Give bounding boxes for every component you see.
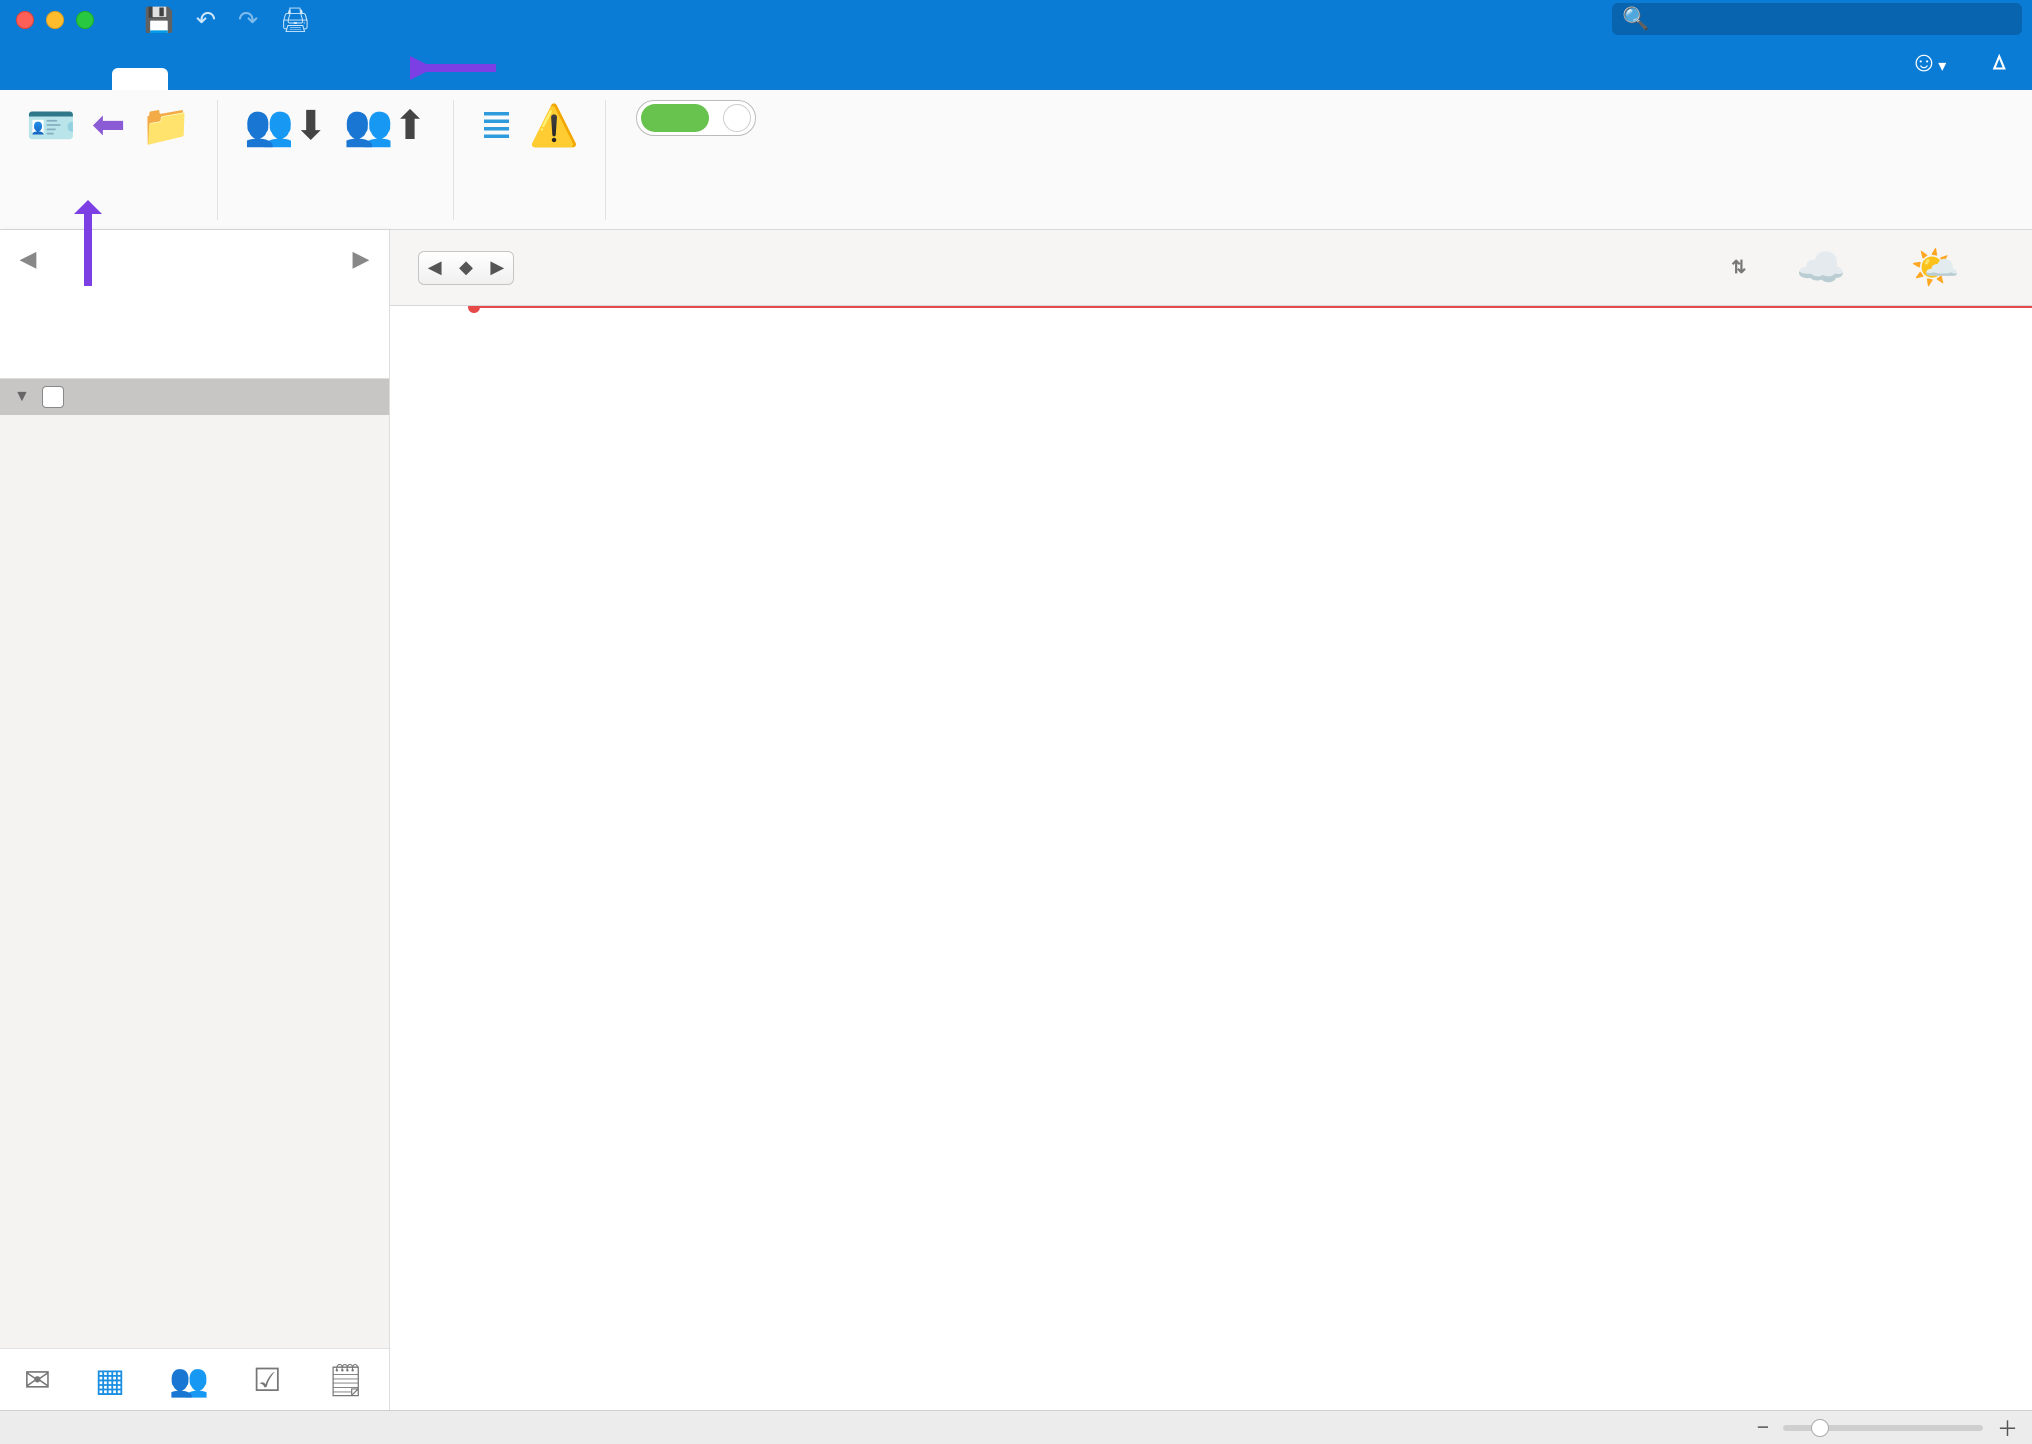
accounts-icon: 🪪 xyxy=(26,100,76,150)
emoji-button[interactable]: ☺▾ xyxy=(1910,46,1947,78)
search-input[interactable] xyxy=(1659,6,2012,32)
quick-access-toolbar: 💾 ↶ ↷ 🖨 xyxy=(144,6,311,35)
prev-month-button[interactable]: ◀ xyxy=(16,246,40,272)
import-icon: 👥⬇ xyxy=(244,100,327,150)
notes-icon[interactable]: 🗒 xyxy=(326,1361,367,1399)
time-scale xyxy=(390,306,474,1410)
partly-sunny-icon: 🌤️ xyxy=(1910,244,1960,291)
public-folders-button[interactable]: 📁 xyxy=(133,100,199,156)
public-folders-icon: 📁 xyxy=(141,100,191,150)
next-month-button[interactable]: ▶ xyxy=(349,246,373,272)
weather-tomorrow[interactable]: 🌤️ xyxy=(1910,244,1974,291)
import-button[interactable]: 👥⬇ xyxy=(236,100,335,156)
out-of-office-button[interactable]: ⬅ xyxy=(84,100,134,156)
next-week-icon[interactable]: ▶ xyxy=(490,257,504,278)
calendar-group-header[interactable]: ▼ xyxy=(0,379,389,415)
mini-calendar-may[interactable]: ◀ ▶ xyxy=(12,240,377,282)
group-checkbox[interactable] xyxy=(42,386,64,408)
sidebar: ◀ ▶ ▼ ✉ xyxy=(0,230,390,1410)
redo-icon[interactable]: ↷ xyxy=(238,6,258,35)
titlebar: 💾 ↶ ↷ 🖨 🔍 xyxy=(0,0,2032,40)
sync-errors-icon: ⚠️ xyxy=(529,100,579,150)
minimize-window-button[interactable] xyxy=(46,11,64,29)
window-controls xyxy=(0,11,94,29)
save-icon[interactable]: 💾 xyxy=(144,6,174,35)
location-stepper-icon[interactable]: ⇅ xyxy=(1731,257,1746,278)
people-icon[interactable]: 👥 xyxy=(169,1361,209,1399)
weather-location[interactable]: ⇅ xyxy=(1725,257,1746,278)
weather-today[interactable]: ☁️ xyxy=(1796,244,1860,291)
close-window-button[interactable] xyxy=(16,11,34,29)
disclosure-icon[interactable]: ▼ xyxy=(14,388,32,406)
cloud-icon: ☁️ xyxy=(1796,244,1846,291)
mini-calendar-june[interactable] xyxy=(12,312,377,328)
zoom-out-button[interactable]: − xyxy=(1757,1416,1769,1440)
zoom-window-button[interactable] xyxy=(76,11,94,29)
calendar-list: ▼ xyxy=(0,378,389,1348)
calendar-icon[interactable]: ▦ xyxy=(95,1361,125,1399)
ribbon-tools: 🪪 ⬅ 📁 👥⬇ 👥⬆ ≣ ⚠️ xyxy=(0,90,2032,230)
zoom-control[interactable]: − ＋ xyxy=(1757,1413,2018,1443)
export-icon: 👥⬆ xyxy=(343,100,426,150)
sync-errors-button[interactable]: ⚠️ xyxy=(521,100,587,156)
ribbon-tabs: ☺▾ ㅿ xyxy=(0,40,2032,90)
print-icon[interactable]: 🖨 xyxy=(280,6,310,35)
tab-tools[interactable] xyxy=(112,68,168,90)
online-pill xyxy=(641,104,709,132)
collapse-ribbon-button[interactable]: ㅿ xyxy=(1986,42,2012,82)
today-icon[interactable]: ◆ xyxy=(459,257,473,278)
tab-home[interactable] xyxy=(0,68,56,90)
date-nav-buttons[interactable]: ◀ ◆ ▶ xyxy=(418,251,514,285)
current-time-line xyxy=(474,306,2032,308)
tab-organize[interactable] xyxy=(56,68,112,90)
export-button[interactable]: 👥⬆ xyxy=(335,100,434,156)
accounts-button[interactable]: 🪪 xyxy=(18,100,84,156)
mail-icon[interactable]: ✉ xyxy=(24,1361,51,1399)
online-toggle[interactable] xyxy=(636,100,756,136)
tasks-icon[interactable]: ☑ xyxy=(253,1361,282,1399)
search-box[interactable]: 🔍 xyxy=(1612,3,2022,35)
sync-status-button[interactable]: ≣ xyxy=(472,100,522,156)
undo-icon[interactable]: ↶ xyxy=(196,6,216,35)
calendar-main: ◀ ◆ ▶ ⇅ ☁️ 🌤️ xyxy=(390,230,2032,1410)
out-of-office-icon: ⬅ xyxy=(92,100,126,150)
search-icon: 🔍 xyxy=(1622,6,1649,32)
zoom-in-button[interactable]: ＋ xyxy=(1997,1413,2018,1443)
nav-switcher: ✉ ▦ 👥 ☑ 🗒 xyxy=(0,1348,389,1410)
sync-status-icon: ≣ xyxy=(480,100,514,150)
calendar-grid[interactable] xyxy=(390,305,2032,1410)
toggle-knob xyxy=(723,104,751,132)
zoom-slider[interactable] xyxy=(1783,1425,1983,1431)
prev-week-icon[interactable]: ◀ xyxy=(428,257,442,278)
status-bar: − ＋ xyxy=(0,1410,2032,1444)
